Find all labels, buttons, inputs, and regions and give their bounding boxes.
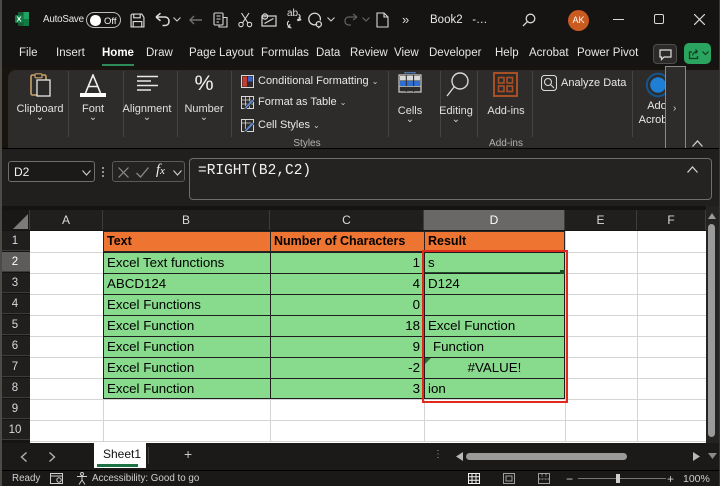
svg-text:X: X bbox=[16, 15, 21, 24]
